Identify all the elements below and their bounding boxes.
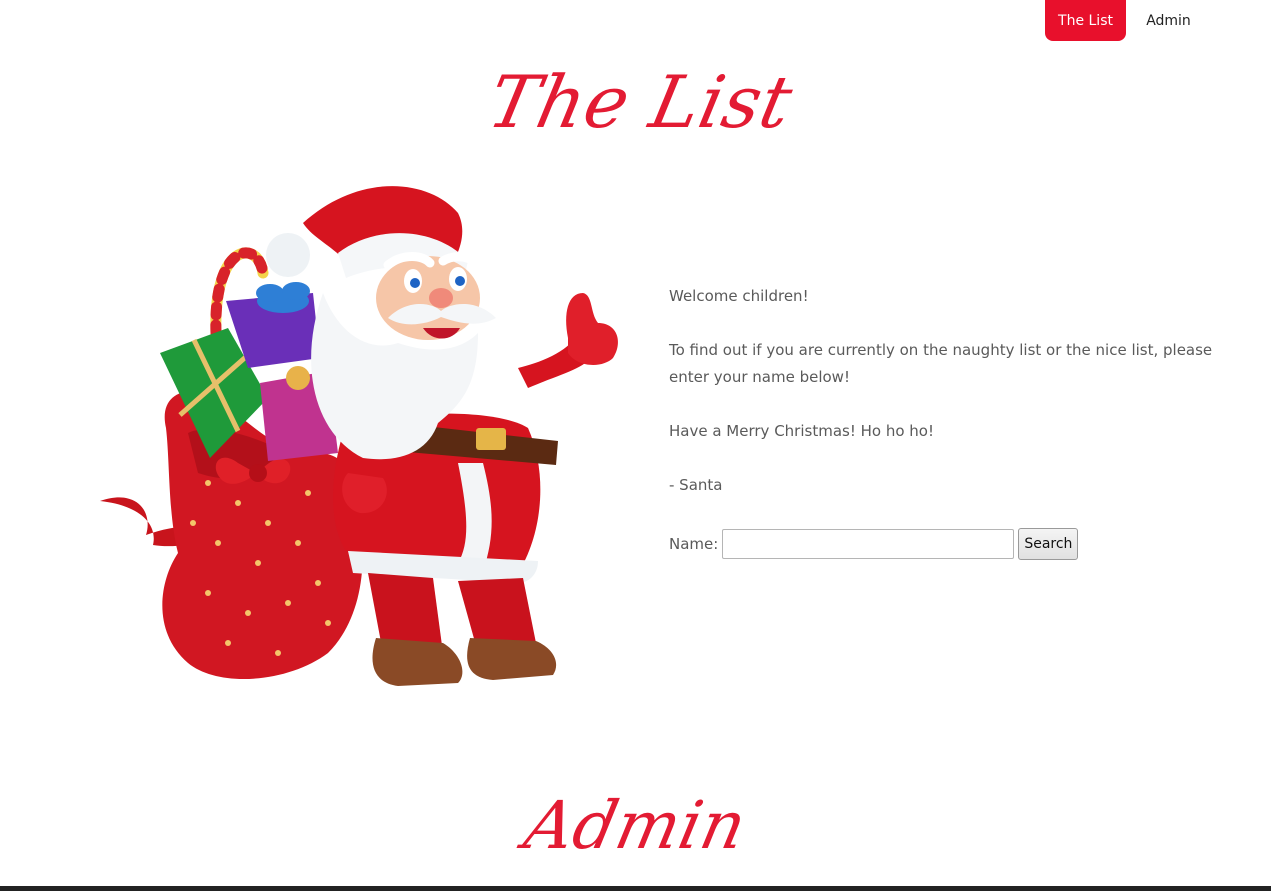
welcome-message: Welcome children! To find out if you are… — [669, 283, 1229, 526]
search-button[interactable]: Search — [1018, 527, 1079, 560]
section-divider — [0, 886, 1271, 891]
name-search-form: Name: Search — [669, 527, 1079, 560]
santa-illustration — [100, 186, 618, 686]
nav-item-the-list[interactable]: The List — [1045, 0, 1126, 41]
name-label: Name: — [669, 534, 719, 553]
nav-item-admin[interactable]: Admin — [1131, 0, 1206, 41]
merry-christmas-line: Have a Merry Christmas! Ho ho ho! — [669, 422, 934, 440]
instructions-line: To find out if you are currently on the … — [669, 341, 1213, 386]
top-nav: The List Admin — [0, 0, 1271, 41]
signature-line: - Santa — [669, 476, 723, 494]
section-title-admin: Admin — [518, 787, 754, 864]
welcome-line: Welcome children! — [669, 287, 809, 305]
section-title-the-list: The List — [481, 60, 800, 144]
name-input[interactable] — [722, 528, 1015, 559]
